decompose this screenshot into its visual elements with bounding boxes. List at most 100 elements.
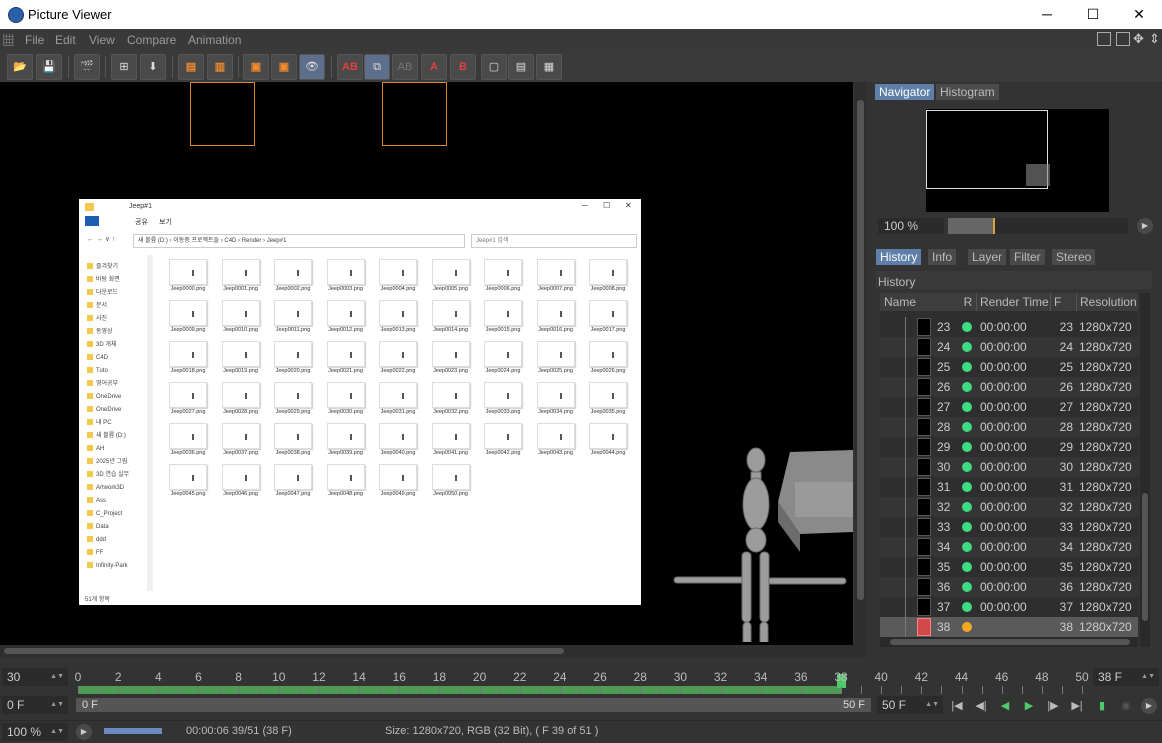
history-frame-name: 23 (937, 320, 951, 334)
sound-icon[interactable]: ◉ (1117, 698, 1135, 714)
zoom-slider-handle[interactable] (993, 218, 995, 234)
set-a-button[interactable]: A (421, 54, 447, 80)
col-name[interactable]: Name (880, 293, 961, 311)
history-row[interactable]: 29 00:00:00 29 1280x720 (880, 437, 1138, 457)
tree-icon[interactable]: ⊞ (111, 54, 137, 80)
stepper-icon[interactable]: ▲▼ (925, 696, 939, 714)
navigator-preview[interactable] (926, 109, 1109, 212)
scrollbar-thumb[interactable] (4, 648, 564, 654)
open-folder-icon[interactable]: 📂 (7, 54, 33, 80)
view-single-icon[interactable]: ▢ (481, 54, 507, 80)
explorer-file-item: Jeep0013.png (373, 300, 417, 336)
timeline-ruler[interactable]: 0 2 4 6 8 10 12 14 16 18 20 22 24 26 28 30 32 34 36 38 40 42 4… (75, 666, 1089, 698)
history-row[interactable]: 38 38 1280x720 (880, 617, 1138, 637)
status-play-icon[interactable]: ▶ (76, 724, 92, 740)
stepper-icon[interactable]: ▲▼ (50, 723, 64, 741)
next-frame-icon[interactable]: |▶ (1044, 698, 1062, 714)
prev-frame-icon[interactable]: ◀| (972, 698, 990, 714)
col-r[interactable]: R (960, 293, 977, 311)
navigator-zoom-field[interactable]: 100 % (878, 218, 944, 234)
history-horizontal-scrollbar[interactable] (880, 637, 1138, 647)
play-forward-icon[interactable]: ▶ (1020, 698, 1038, 714)
tab-info[interactable]: Info (928, 249, 957, 265)
tab-stereo[interactable]: Stereo (1052, 249, 1096, 265)
history-row[interactable]: 30 00:00:00 30 1280x720 (880, 457, 1138, 477)
col-render-time[interactable]: Render Time (977, 293, 1051, 311)
history-row[interactable]: 23 00:00:00 23 1280x720 (880, 317, 1138, 337)
viewport-horizontal-scrollbar[interactable] (0, 645, 866, 657)
history-row[interactable]: 31 00:00:00 31 1280x720 (880, 477, 1138, 497)
status-zoom-field[interactable]: 100 % ▲▼ (2, 723, 68, 741)
stepper-icon[interactable]: ▲▼ (1141, 668, 1155, 686)
image-viewport[interactable]: Jeep#1 ─ ☐ ✕ 공유 보기 ← → ∨ ↑ 새 볼륨 (D:) › 이… (0, 82, 853, 645)
navigator-menu-icon[interactable]: ▶ (1137, 218, 1153, 234)
explorer-sidebar-label: 즐겨찾기 (96, 264, 119, 270)
region-stop-icon[interactable]: ▣ (271, 54, 297, 80)
user-export-icon[interactable]: ⬇ (140, 54, 166, 80)
layout-split-icon[interactable] (1116, 32, 1130, 46)
go-to-end-icon[interactable]: ▶| (1068, 698, 1086, 714)
grip-icon[interactable] (3, 34, 14, 46)
history-row[interactable]: 27 00:00:00 27 1280x720 (880, 397, 1138, 417)
frame-range-slider[interactable]: 0 F 50 F (76, 698, 871, 712)
history-row[interactable]: 32 00:00:00 32 1280x720 (880, 497, 1138, 517)
history-row[interactable]: 33 00:00:00 33 1280x720 (880, 517, 1138, 537)
view-dual-icon[interactable]: ▤ (508, 54, 534, 80)
save-icon[interactable]: 💾 (36, 54, 62, 80)
col-resolution[interactable]: Resolution (1077, 293, 1138, 311)
history-row[interactable]: 35 00:00:00 35 1280x720 (880, 557, 1138, 577)
clapper-icon[interactable]: 🎬 (74, 54, 100, 80)
tab-histogram[interactable]: Histogram (936, 84, 999, 100)
play-backward-icon[interactable]: ◀ (996, 698, 1014, 714)
menu-file[interactable]: File (25, 33, 44, 47)
region-render-icon[interactable]: ▣ (243, 54, 269, 80)
minimize-button[interactable]: ─ (1024, 0, 1070, 29)
menu-animation[interactable]: Animation (188, 33, 241, 47)
history-row[interactable]: 24 00:00:00 24 1280x720 (880, 337, 1138, 357)
eye-icon[interactable]: 👁 (299, 54, 325, 80)
tab-filter[interactable]: Filter (1010, 249, 1045, 265)
history-row[interactable]: 36 00:00:00 36 1280x720 (880, 577, 1138, 597)
history-row[interactable]: 34 00:00:00 34 1280x720 (880, 537, 1138, 557)
timeline-tick-mark (740, 686, 742, 694)
col-frame[interactable]: F (1051, 293, 1077, 311)
close-button[interactable]: ✕ (1116, 0, 1162, 29)
move-icon[interactable]: ✥ (1133, 31, 1144, 47)
ab-split-icon[interactable]: ⧉ (364, 54, 390, 80)
copy-frames-icon[interactable]: ▤ (178, 54, 204, 80)
stepper-icon[interactable]: ▲▼ (50, 668, 64, 686)
ab-swap-button[interactable]: AB (392, 54, 418, 80)
view-quad-icon[interactable]: ▦ (536, 54, 562, 80)
resize-icon[interactable]: ⇕ (1149, 31, 1160, 47)
go-to-start-icon[interactable]: |◀ (948, 698, 966, 714)
scrollbar-thumb[interactable] (1142, 493, 1148, 621)
viewport-vertical-scrollbar[interactable] (855, 82, 866, 645)
start-frame-field[interactable]: 0 F ▲▼ (2, 696, 68, 714)
history-row[interactable]: 26 00:00:00 26 1280x720 (880, 377, 1138, 397)
navigator-zoom-slider[interactable] (948, 218, 1128, 234)
tab-navigator[interactable]: Navigator (875, 84, 935, 100)
history-row[interactable]: 25 00:00:00 25 1280x720 (880, 357, 1138, 377)
layout-panel-icon[interactable] (1097, 32, 1111, 46)
maximize-button[interactable]: ☐ (1070, 0, 1116, 29)
history-row[interactable]: 37 00:00:00 37 1280x720 (880, 597, 1138, 617)
timeline-menu-icon[interactable]: ▶ (1141, 698, 1157, 714)
tab-layer[interactable]: Layer (968, 249, 1007, 265)
scrollbar-thumb[interactable] (857, 100, 864, 600)
history-vertical-scrollbar[interactable] (1140, 293, 1150, 647)
menu-compare[interactable]: Compare (127, 33, 176, 47)
fps-field[interactable]: 30 ▲▼ (2, 668, 68, 686)
set-b-button[interactable]: B (450, 54, 476, 80)
scrollbar-thumb[interactable] (890, 639, 1130, 645)
ab-compare-button[interactable]: AB (337, 54, 363, 80)
current-frame-field[interactable]: 38 F ▲▼ (1093, 668, 1159, 686)
history-row[interactable]: 28 00:00:00 28 1280x720 (880, 417, 1138, 437)
file-name: Jeep0011.png (275, 327, 311, 333)
menu-edit[interactable]: Edit (55, 33, 76, 47)
end-frame-field[interactable]: 50 F ▲▼ (877, 696, 943, 714)
tab-history[interactable]: History (876, 249, 922, 265)
menu-view[interactable]: View (89, 33, 115, 47)
stepper-icon[interactable]: ▲▼ (50, 696, 64, 714)
loop-icon[interactable]: ▮ (1093, 698, 1111, 714)
stack-frames-icon[interactable]: ▥ (207, 54, 233, 80)
